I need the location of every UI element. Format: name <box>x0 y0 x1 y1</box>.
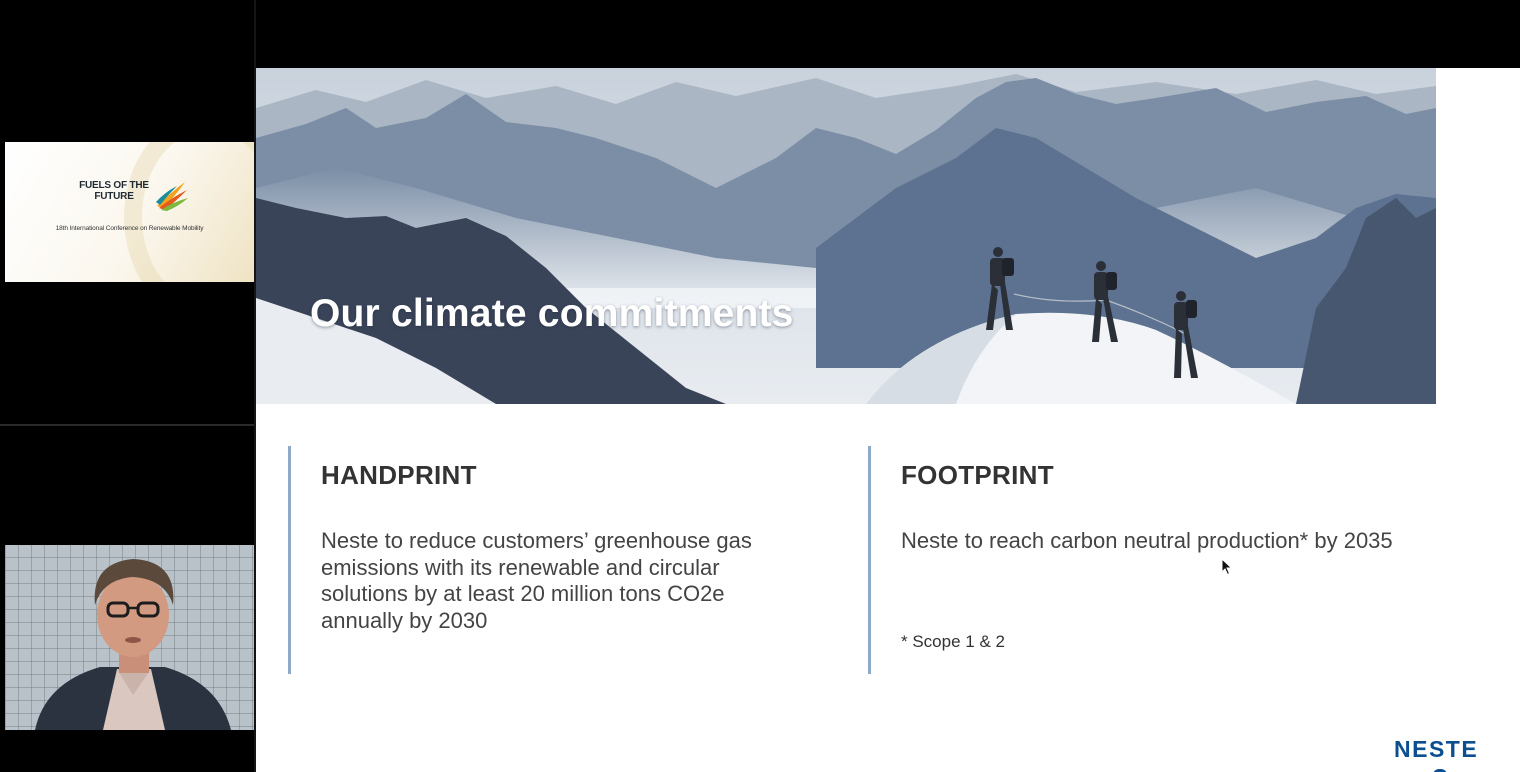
handprint-section: HANDPRINT Neste to reduce customers’ gre… <box>288 446 848 674</box>
slide-title: Our climate commitments <box>310 292 794 335</box>
footprint-footnote: * Scope 1 & 2 <box>901 632 1005 651</box>
hero-mountain-image: Our climate commitments <box>256 68 1436 404</box>
sidebar-divider <box>0 424 256 426</box>
mountain-landscape-illustration <box>256 68 1436 404</box>
participants-sidebar: FUELS OF THE FUTURE 18th International C… <box>0 0 256 772</box>
handprint-body: Neste to reduce customers’ greenhouse ga… <box>321 528 752 633</box>
handprint-heading: HANDPRINT <box>321 460 477 490</box>
speaker-video-tile[interactable] <box>5 545 254 730</box>
neste-logo: NESTE <box>1394 736 1479 762</box>
footprint-section: FOOTPRINT Neste to reach carbon neutral … <box>868 446 1468 674</box>
speaker-video-feed <box>35 559 231 730</box>
conference-logo-title: FUELS OF THE FUTURE <box>69 180 159 202</box>
logo-title-line2: FUTURE <box>94 191 134 202</box>
conference-logo-mark-icon <box>156 182 188 211</box>
conference-logo-subtitle: 18th International Conference on Renewab… <box>55 225 204 232</box>
decorative-swoosh <box>124 142 254 282</box>
footprint-body: Neste to reach carbon neutral production… <box>901 528 1393 553</box>
mouse-pointer-icon <box>1221 558 1233 576</box>
presentation-slide: Our climate commitments HANDPRINT Neste … <box>256 68 1520 772</box>
logo-title-line1: FUELS OF THE <box>79 180 149 191</box>
conference-logo-tile[interactable]: FUELS OF THE FUTURE 18th International C… <box>5 142 254 282</box>
footprint-heading: FOOTPRINT <box>901 460 1054 490</box>
